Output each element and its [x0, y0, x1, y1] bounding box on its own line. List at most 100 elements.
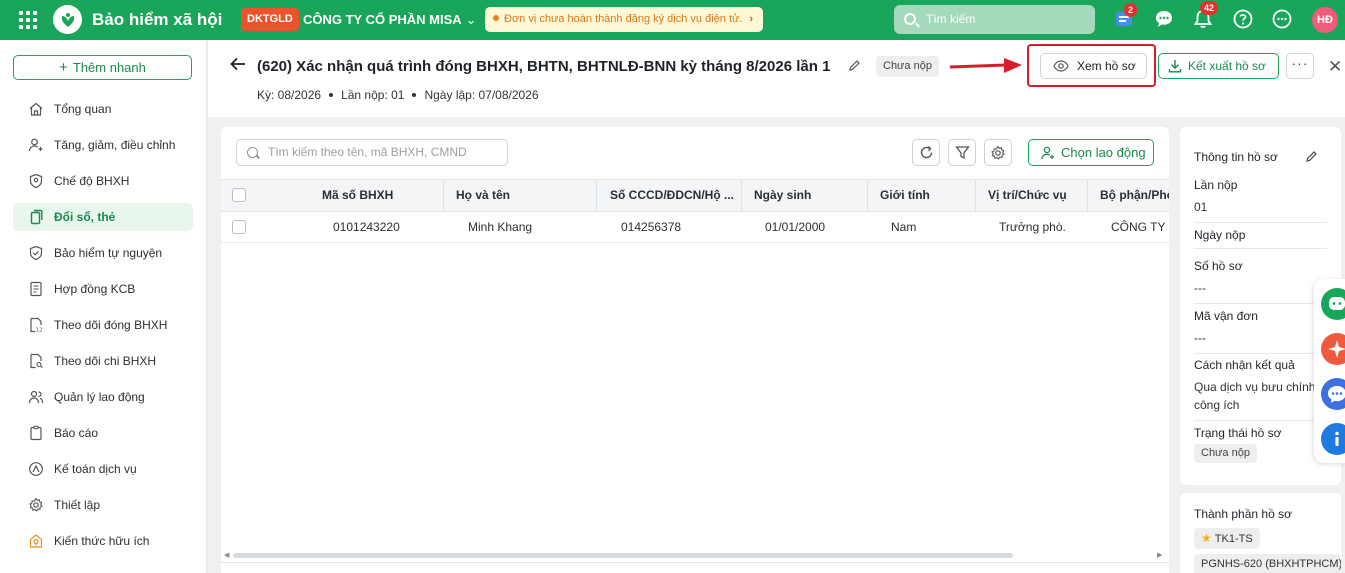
column-header-position[interactable]: Vị trí/Chức vụ — [976, 180, 1088, 211]
cell-position: Trưởng phò... — [999, 220, 1067, 234]
sidebar-item-label: Đổi sổ, thẻ — [54, 210, 116, 224]
field-waybill-code: Mã vận đơn --- — [1194, 309, 1327, 354]
users-icon — [28, 390, 44, 404]
sidebar-item-payment-tracking[interactable]: 12 Theo dõi đóng BHXH — [13, 311, 193, 339]
period-text: Kỳ: 08/2026 — [257, 88, 322, 102]
lightbulb-icon — [29, 534, 43, 548]
table-row[interactable]: 0101243220 Minh Khang 014256378 01/01/20… — [221, 212, 1169, 243]
submission-text: Lần nộp: 01 — [341, 88, 405, 102]
column-header-bhxh-code[interactable]: Mã số BHXH — [254, 180, 444, 211]
sidebar-item-adjustments[interactable]: Tăng, giảm, điều chỉnh — [13, 131, 193, 159]
scroll-right-icon[interactable]: ▶ — [1157, 551, 1162, 559]
field-value: --- — [1194, 331, 1206, 345]
sidebar-item-bhxh-regime[interactable]: Chế độ BHXH — [13, 167, 193, 195]
field-label: Ngày nộp — [1194, 228, 1246, 242]
sidebar-item-labor-management[interactable]: Quản lý lao động — [13, 383, 193, 411]
sidebar-item-label: Báo cáo — [54, 426, 99, 440]
choose-employee-button[interactable]: Chọn lao động — [1028, 139, 1154, 166]
horizontal-scrollbar[interactable] — [233, 553, 1013, 558]
column-header-id-number[interactable]: Số CCCD/ĐDCN/Hộ ... — [597, 180, 742, 211]
edit-title-icon[interactable] — [848, 59, 861, 75]
top-bar: Bảo hiểm xã hội DKTGLD CÔNG TY CỔ PHẦN M… — [0, 0, 1345, 40]
column-settings-icon[interactable] — [984, 139, 1012, 166]
chatbot-icon[interactable] — [1321, 288, 1345, 320]
column-header-gender[interactable]: Giới tính — [868, 180, 976, 211]
help-icon[interactable] — [1232, 8, 1254, 30]
bell-icon[interactable]: 42 — [1192, 1, 1219, 30]
cell-bhxh-code: 0101243220 — [333, 220, 400, 234]
created-date-text: Ngày lập: 07/08/2026 — [424, 88, 539, 102]
employee-search-input[interactable]: Tìm kiếm theo tên, mã BHXH, CMND — [236, 139, 508, 166]
refresh-icon[interactable] — [912, 139, 940, 166]
registration-notice[interactable]: Đơn vị chưa hoàn thành đăng ký dịch vụ đ… — [485, 7, 763, 32]
quick-add-button[interactable]: + Thêm nhanh — [13, 55, 192, 80]
view-dossier-button[interactable]: Xem hồ sơ — [1040, 53, 1147, 79]
search-icon — [904, 13, 916, 25]
export-dossier-button[interactable]: Kết xuất hồ sơ — [1158, 53, 1279, 79]
field-label: Lần nộp — [1194, 178, 1238, 192]
choose-employee-label: Chọn lao động — [1061, 145, 1146, 160]
accounting-icon — [29, 462, 43, 476]
tenant-code-badge: DKTGLD — [241, 8, 299, 31]
sidebar-item-label: Quản lý lao động — [54, 390, 145, 404]
home-icon — [29, 102, 43, 116]
column-header-full-name[interactable]: Họ và tên — [444, 180, 597, 211]
calendar-doc-icon: 12 — [30, 317, 43, 334]
company-switcher[interactable]: CÔNG TY CỔ PHẦN MISA ⌄ — [303, 12, 477, 28]
eye-icon — [1053, 60, 1069, 72]
column-header-department[interactable]: Bộ phận/Phò — [1088, 180, 1169, 211]
card-swap-icon — [30, 209, 43, 225]
component-chip[interactable]: PGNHS-620 (BHXHTPHCM) — [1194, 554, 1341, 573]
user-avatar[interactable]: HĐ — [1312, 7, 1338, 33]
scroll-left-icon[interactable]: ◀ — [224, 551, 229, 559]
cell-birth-date: 01/01/2000 — [765, 220, 826, 234]
sidebar-item-benefit-tracking[interactable]: Theo dõi chi BHXH — [13, 347, 193, 375]
sidebar-item-label: Theo dõi chi BHXH — [54, 354, 157, 368]
select-all-checkbox[interactable] — [232, 188, 246, 202]
sidebar-item-overview[interactable]: Tổng quan — [13, 95, 193, 123]
filter-icon[interactable] — [948, 139, 976, 166]
add-person-icon — [1041, 146, 1054, 160]
more-apps-icon[interactable] — [1271, 8, 1293, 30]
cell-full-name: Minh Khang — [468, 220, 533, 234]
dossier-components-panel: Thành phần hồ sơ ★ TK1-TS PGNHS-620 (BHXH… — [1180, 493, 1341, 573]
sidebar-item-useful-knowledge[interactable]: Kiến thức hữu ích — [13, 527, 193, 555]
info-icon[interactable] — [1321, 423, 1345, 455]
component-chip[interactable]: ★ TK1-TS — [1194, 528, 1260, 549]
svg-text:12: 12 — [36, 328, 43, 334]
table-header: Mã số BHXH Họ và tên Số CCCD/ĐDCN/Hộ ...… — [221, 179, 1169, 212]
column-header-birth-date[interactable]: Ngày sinh — [742, 180, 868, 211]
ai-assistant-icon[interactable] — [1321, 333, 1345, 365]
cell-gender: Nam — [891, 220, 917, 234]
field-dossier-status: Trạng thái hồ sơ Chưa nộp — [1194, 426, 1327, 463]
cell-department: CÔNG TY c — [1111, 220, 1169, 234]
sidebar-item-card-exchange[interactable]: Đổi sổ, thẻ — [13, 203, 193, 231]
field-value: 01 — [1194, 200, 1208, 214]
cart-icon[interactable]: 2 — [1114, 3, 1138, 30]
field-label: Cách nhận kết quả — [1194, 358, 1295, 372]
app-title: Bảo hiểm xã hội — [92, 10, 223, 29]
row-checkbox[interactable] — [232, 220, 246, 234]
sidebar-item-label: Hợp đồng KCB — [54, 282, 136, 296]
notification-badge: 42 — [1200, 1, 1219, 15]
field-result-method: Cách nhận kết quả Qua dịch vụ bưu chính … — [1194, 358, 1327, 421]
shield-heart-icon — [29, 245, 43, 261]
global-search-input[interactable]: Tìm kiếm — [894, 5, 1095, 34]
info-panel-title: Thông tin hồ sơ — [1194, 150, 1278, 164]
app-grid-icon[interactable] — [18, 10, 38, 30]
more-options-icon[interactable]: ··· — [1286, 53, 1314, 79]
messenger-icon[interactable] — [1321, 378, 1345, 410]
back-arrow-icon[interactable] — [230, 57, 246, 74]
sidebar-item-reports[interactable]: Báo cáo — [13, 419, 193, 447]
edit-info-icon[interactable] — [1305, 150, 1318, 166]
sidebar-item-kcb-contract[interactable]: Hợp đồng KCB — [13, 275, 193, 303]
chat-icon[interactable] — [1153, 8, 1175, 30]
doc-search-icon — [30, 353, 43, 369]
component-label: PGNHS-620 (BHXHTPHCM) — [1201, 558, 1341, 570]
sidebar-item-voluntary-insurance[interactable]: Bảo hiểm tự nguyện — [13, 239, 193, 267]
sidebar-item-service-accounting[interactable]: Kế toán dịch vụ — [13, 455, 193, 483]
sidebar-item-settings[interactable]: Thiết lập — [13, 491, 193, 519]
close-icon[interactable]: ✕ — [1328, 57, 1342, 77]
contract-icon — [30, 281, 42, 297]
cart-badge: 2 — [1124, 3, 1138, 17]
